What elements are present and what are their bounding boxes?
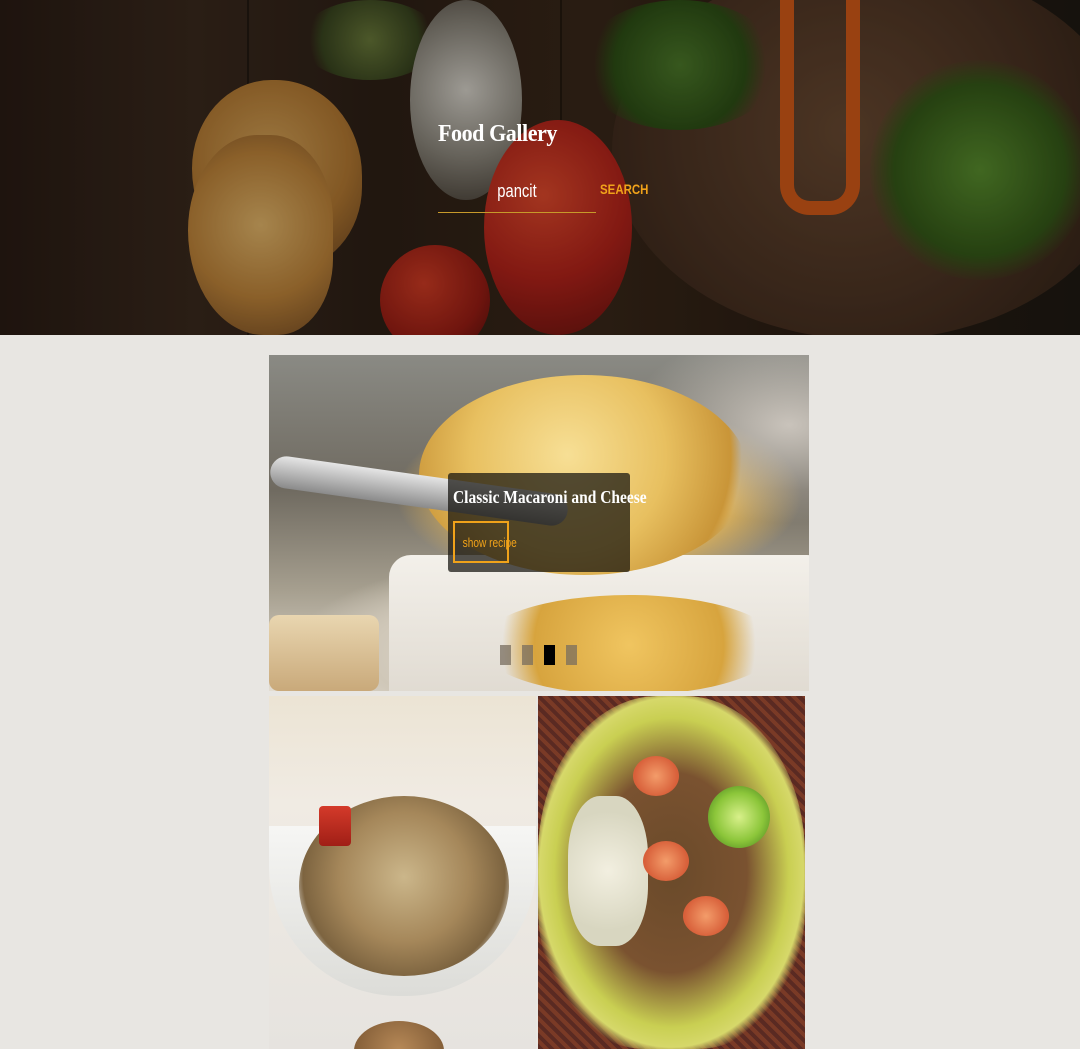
carousel-indicator-2[interactable] [522, 645, 533, 665]
recipe-carousel[interactable]: Classic Macaroni and Cheese show recipe [269, 355, 809, 691]
slide-caption: Classic Macaroni and Cheese show recipe [448, 473, 647, 572]
hero-banner: Food Gallery SEARCH [0, 0, 1080, 335]
carousel-indicators [500, 645, 577, 665]
carousel-indicator-4[interactable] [566, 645, 577, 665]
search-input[interactable] [452, 172, 582, 210]
gallery-image-pancit-shrimp[interactable] [538, 696, 805, 1049]
carousel-indicator-3[interactable] [544, 645, 555, 665]
search-field [438, 172, 596, 213]
page-title: Food Gallery [438, 121, 557, 147]
slide-title: Classic Macaroni and Cheese [453, 487, 647, 507]
gallery-image-pancit-bihon[interactable] [269, 696, 536, 1049]
show-recipe-label: show recipe [462, 534, 517, 550]
search-button[interactable]: SEARCH [600, 181, 648, 197]
carousel-indicator-1[interactable] [500, 645, 511, 665]
show-recipe-button[interactable]: show recipe [453, 521, 517, 563]
